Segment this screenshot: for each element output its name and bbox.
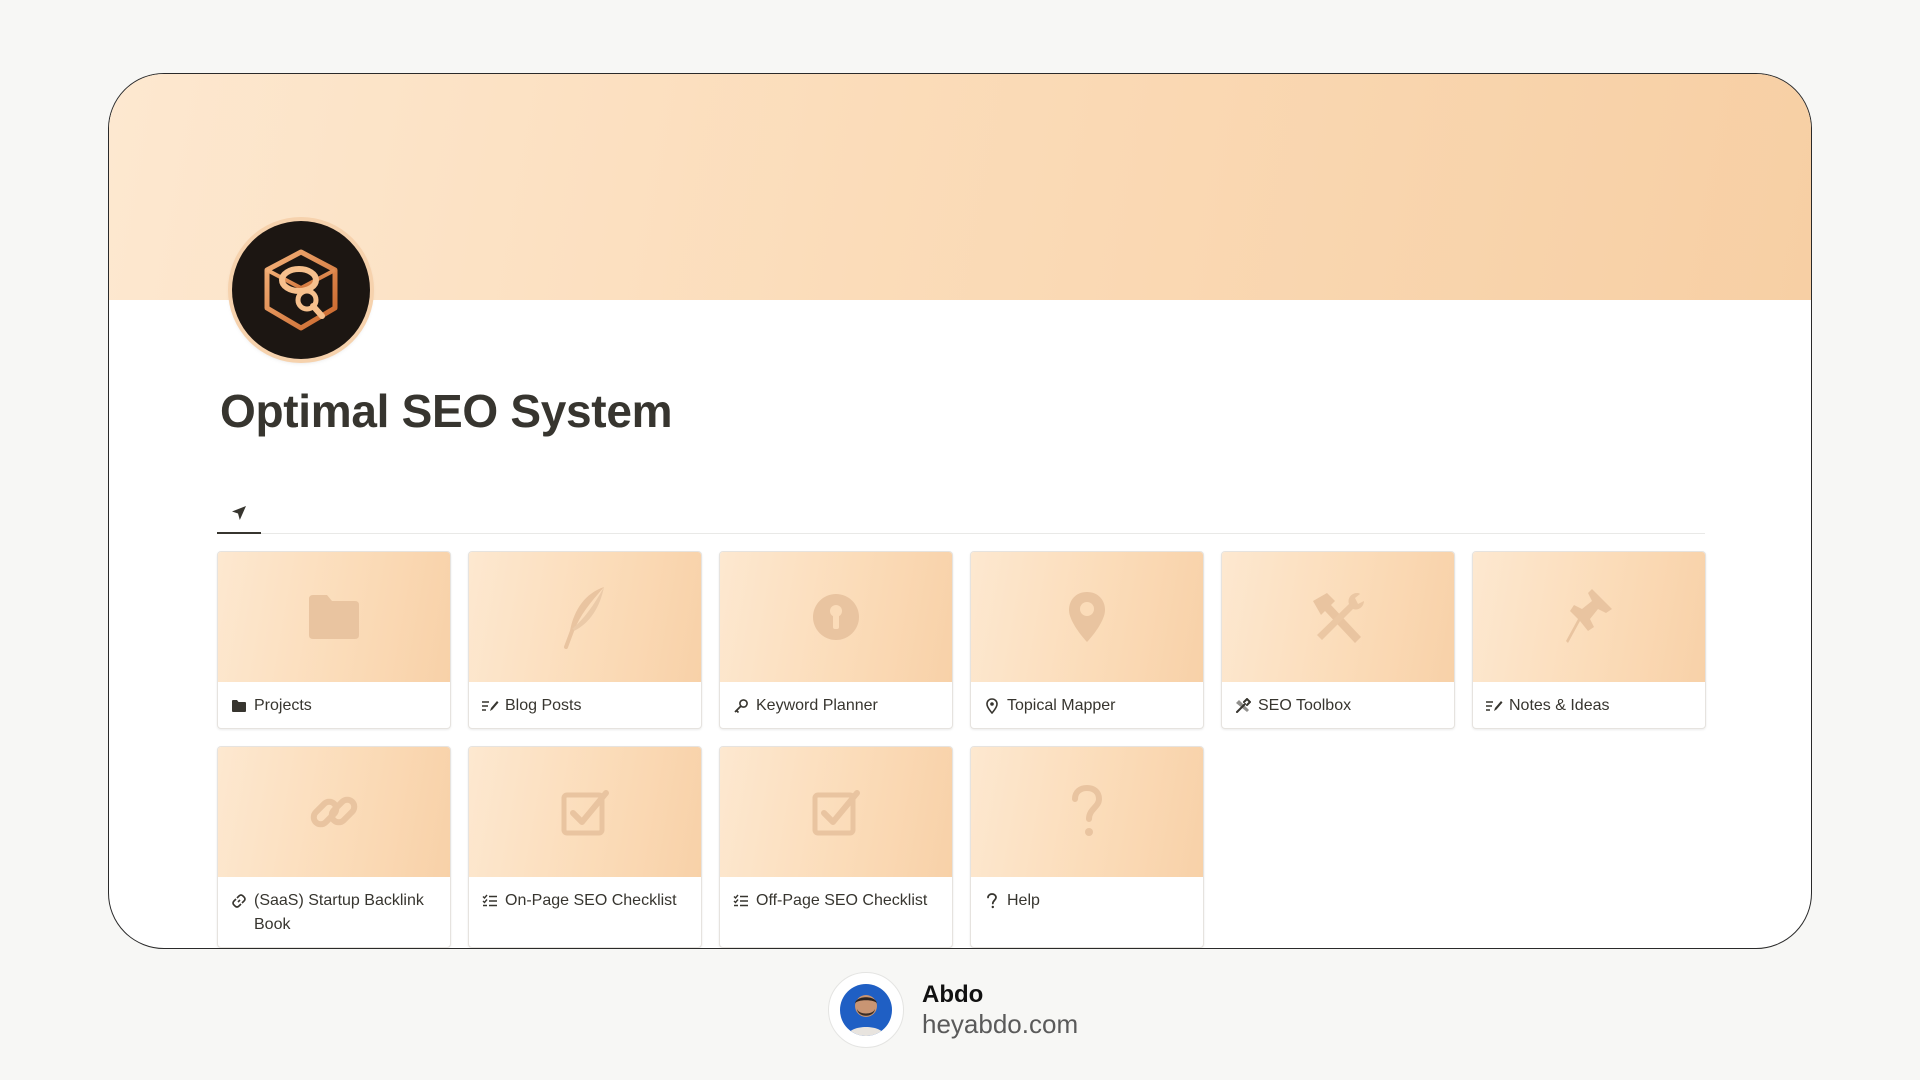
pen-lines-icon [1485, 694, 1503, 718]
question-icon [1072, 785, 1103, 836]
seo-cube-magnifier-icon[interactable] [232, 221, 370, 359]
card-cover [1222, 552, 1454, 682]
card-off-page-seo-checklist[interactable]: Off-Page SEO Checklist [719, 746, 953, 948]
card-cover [469, 747, 701, 877]
avatar-photo [840, 984, 892, 1036]
map-pin-icon [983, 694, 1001, 718]
page-title[interactable]: Optimal SEO System [220, 384, 673, 438]
card-cover [971, 552, 1203, 682]
hammer-wrench-icon [1313, 593, 1364, 643]
pen-lines-icon [481, 694, 499, 718]
pushpin-icon [1566, 589, 1612, 643]
card-cover [1473, 552, 1705, 682]
card-label: Blog Posts [505, 697, 582, 714]
link-icon [230, 889, 248, 913]
tools-icon [1234, 694, 1252, 718]
quill-icon [564, 587, 604, 649]
link-icon [310, 796, 358, 828]
card-topical-mapper[interactable]: Topical Mapper [970, 551, 1204, 729]
card-blog-posts[interactable]: Blog Posts [468, 551, 702, 729]
card-help[interactable]: Help [970, 746, 1204, 948]
card-cover [218, 552, 450, 682]
view-tabs [217, 494, 1705, 534]
navigation-arrow-icon [232, 506, 246, 520]
card-label: Keyword Planner [756, 697, 878, 714]
author-credit: Abdo heyabdo.com [828, 972, 1078, 1048]
folder-icon [309, 595, 359, 639]
card-label: On-Page SEO Checklist [505, 892, 677, 909]
card-notes-ideas[interactable]: Notes & Ideas [1472, 551, 1706, 729]
card-cover [720, 552, 952, 682]
tab-navigation[interactable] [217, 494, 261, 534]
card-label: Off-Page SEO Checklist [756, 892, 928, 909]
card-projects[interactable]: Projects [217, 551, 451, 729]
checkbox-icon [812, 790, 860, 836]
card-label: Topical Mapper [1007, 697, 1116, 714]
checkbox-icon [561, 790, 609, 836]
checklist-icon [481, 889, 499, 913]
card-cover [971, 747, 1203, 877]
card-label: Notes & Ideas [1509, 697, 1610, 714]
avatar[interactable] [828, 972, 904, 1048]
checklist-icon [732, 889, 750, 913]
folder-icon [230, 694, 248, 718]
card-label: (SaaS) Startup Backlink Book [254, 892, 424, 933]
map-pin-icon [1069, 592, 1105, 642]
author-info: Abdo heyabdo.com [922, 981, 1078, 1039]
keyhole-icon [813, 594, 859, 640]
card-startup-backlink-book[interactable]: (SaaS) Startup Backlink Book [217, 746, 451, 948]
card-label: Projects [254, 697, 312, 714]
card-on-page-seo-checklist[interactable]: On-Page SEO Checklist [468, 746, 702, 948]
author-site[interactable]: heyabdo.com [922, 1009, 1078, 1039]
card-cover [469, 552, 701, 682]
question-icon [983, 889, 1001, 913]
card-cover [720, 747, 952, 877]
card-keyword-planner[interactable]: Keyword Planner [719, 551, 953, 729]
author-name: Abdo [922, 981, 984, 1008]
card-label: SEO Toolbox [1258, 697, 1352, 714]
card-cover [218, 747, 450, 877]
card-label: Help [1007, 892, 1040, 909]
card-seo-toolbox[interactable]: SEO Toolbox [1221, 551, 1455, 729]
gallery-grid: Projects Blog Posts Keyword Planner Topi… [217, 551, 1706, 948]
notion-page-frame: Optimal SEO System Projects Blog Posts K… [108, 73, 1812, 949]
key-icon [732, 694, 750, 718]
